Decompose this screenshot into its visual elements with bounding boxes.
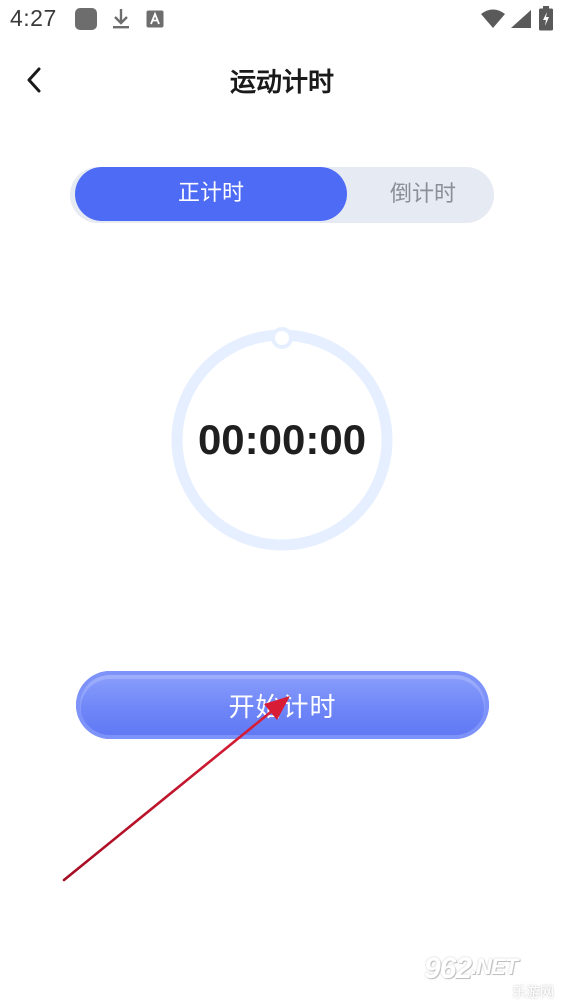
a-letter-icon <box>146 10 164 28</box>
tab-count-up[interactable]: 正计时 <box>75 167 347 221</box>
battery-charging-icon <box>539 6 553 31</box>
app-square-icon <box>75 8 97 30</box>
signal-icon <box>511 10 531 28</box>
start-timer-label: 开始计时 <box>228 692 337 723</box>
download-icon <box>113 9 129 29</box>
status-bar: 4:27 <box>0 0 564 40</box>
status-time: 4:27 <box>10 5 57 31</box>
watermark: 962.NET 乐游网 <box>424 952 558 1001</box>
watermark-suffix: .NET <box>471 954 518 979</box>
timer-mode-segmented-control: 正计时 倒计时 <box>70 167 494 223</box>
app-screen: 4:27 运动计时 正计时 倒计时 00:00:00 开始计时 962.NET … <box>0 0 564 1004</box>
watermark-main: 962 <box>424 952 472 985</box>
page-title: 运动计时 <box>229 68 334 98</box>
watermark-sub: 乐游网 <box>512 985 554 1001</box>
start-timer-button[interactable]: 开始计时 <box>76 671 489 739</box>
header: 运动计时 <box>0 40 564 122</box>
wifi-icon <box>481 9 505 28</box>
tab-countdown[interactable]: 倒计时 <box>352 167 494 223</box>
timer-display: 00:00:00 <box>197 416 367 463</box>
